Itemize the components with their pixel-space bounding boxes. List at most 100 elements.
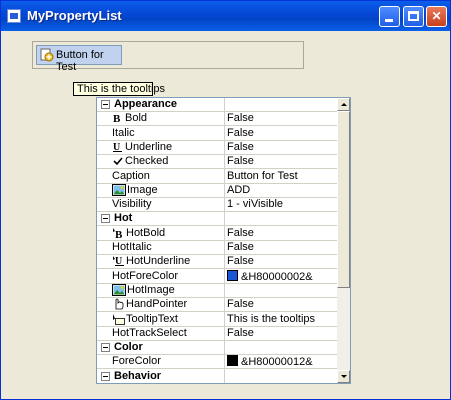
property-row[interactable]: U HotUnderline False <box>97 255 337 269</box>
minimize-icon <box>385 19 393 22</box>
property-row[interactable]: HotImage <box>97 284 337 298</box>
property-value-text: False <box>227 241 254 253</box>
property-name[interactable]: Caption <box>112 170 240 183</box>
property-name-text: HotItalic <box>112 241 152 253</box>
property-name[interactable]: Visibility <box>112 198 240 211</box>
property-name[interactable]: Italic <box>112 127 240 140</box>
property-value[interactable]: False <box>227 112 335 125</box>
category-row[interactable]: Hot <box>97 212 337 226</box>
test-button-label: Button for Test <box>56 49 104 73</box>
property-row[interactable]: B Bold False <box>97 112 337 126</box>
property-row[interactable]: U Underline False <box>97 141 337 155</box>
property-name-text: HotForeColor <box>112 270 179 282</box>
property-name[interactable]: Checked <box>112 155 240 168</box>
property-name-text: TooltipText <box>126 313 178 325</box>
property-value[interactable]: False <box>227 255 335 268</box>
property-name[interactable]: HotTrackSelect <box>112 327 240 340</box>
close-icon: ✕ <box>431 9 442 23</box>
property-name-text: Bold <box>125 112 148 124</box>
property-value[interactable]: 1 - viVisible <box>227 198 335 211</box>
property-value[interactable]: ADD <box>227 184 335 197</box>
property-name[interactable]: Image <box>112 184 240 197</box>
property-name[interactable]: U HotUnderline <box>112 255 240 268</box>
property-row[interactable]: Caption Button for Test <box>97 170 337 184</box>
property-row[interactable]: HotTrackSelect False <box>97 327 337 341</box>
collapse-icon[interactable] <box>101 372 110 381</box>
property-name-text: Image <box>127 184 158 196</box>
color-swatch <box>227 355 238 366</box>
property-name[interactable]: HandPointer <box>112 298 240 311</box>
property-name[interactable]: HotForeColor <box>112 270 240 283</box>
hand-pointer-icon <box>112 298 125 313</box>
property-value-text: False <box>227 141 254 153</box>
property-value-text: False <box>227 255 254 267</box>
svg-text:B: B <box>115 229 123 239</box>
property-name[interactable]: B Bold <box>112 112 240 125</box>
property-name[interactable]: ForeColor <box>112 355 240 368</box>
property-value-text: False <box>227 298 254 310</box>
property-name[interactable]: HotImage <box>112 284 240 297</box>
collapse-icon[interactable] <box>101 100 110 109</box>
property-row[interactable]: ForeColor &H80000012& <box>97 355 337 369</box>
property-value[interactable]: Button for Test <box>227 170 335 183</box>
property-value[interactable]: &H80000002& <box>227 270 335 283</box>
property-value-text: Button for Test <box>227 170 298 182</box>
property-row[interactable]: HandPointer False <box>97 298 337 312</box>
property-value[interactable] <box>227 284 335 297</box>
property-value[interactable]: False <box>227 298 335 311</box>
property-row[interactable]: HotItalic False <box>97 241 337 255</box>
property-name-text: HotImage <box>127 284 175 296</box>
property-row[interactable]: HotForeColor &H80000002& <box>97 270 337 284</box>
test-button[interactable]: Button for Test <box>36 45 122 73</box>
image-icon <box>112 184 126 199</box>
title-bar[interactable]: MyPropertyList ✕ <box>1 1 450 31</box>
category-header: Color <box>99 341 227 354</box>
image-icon <box>112 284 126 299</box>
scroll-up-button[interactable] <box>337 98 350 111</box>
minimize-button[interactable] <box>379 6 400 27</box>
app-icon[interactable] <box>7 9 21 23</box>
collapse-icon[interactable] <box>101 343 110 352</box>
collapse-icon[interactable] <box>101 214 110 223</box>
property-row[interactable]: Image ADD <box>97 184 337 198</box>
hot-bold-icon: B <box>112 227 125 242</box>
scroll-thumb[interactable] <box>337 111 350 288</box>
property-row[interactable]: B HotBold False <box>97 227 337 241</box>
property-name[interactable]: HotItalic <box>112 241 240 254</box>
add-icon <box>40 48 54 62</box>
arrow-down-icon <box>341 375 347 378</box>
property-name[interactable]: TooltipText <box>112 313 240 326</box>
vertical-scrollbar[interactable] <box>337 98 350 383</box>
property-name[interactable]: B HotBold <box>112 227 240 242</box>
property-list[interactable]: Appearance B Bold False Italic False U Underlin… <box>96 97 351 384</box>
property-name-text: ForeColor <box>112 355 161 367</box>
maximize-button[interactable] <box>403 6 424 27</box>
category-row[interactable]: Appearance <box>97 98 337 112</box>
hot-underline-icon: U <box>112 255 125 270</box>
property-name-text: Visibility <box>112 198 152 210</box>
property-value-text: False <box>227 112 254 124</box>
property-value[interactable]: False <box>227 227 335 240</box>
property-name[interactable]: U Underline <box>112 141 240 154</box>
category-row[interactable]: Behavior <box>97 370 337 383</box>
property-name-text: HotTrackSelect <box>112 327 187 339</box>
property-value[interactable]: False <box>227 327 335 340</box>
property-row[interactable]: Checked False <box>97 155 337 169</box>
property-name-text: Checked <box>125 155 169 167</box>
property-row[interactable]: TooltipText This is the tooltips <box>97 313 337 327</box>
category-row[interactable]: Color <box>97 341 337 355</box>
property-value-text: ADD <box>227 184 251 196</box>
property-value[interactable]: False <box>227 155 335 168</box>
close-button[interactable]: ✕ <box>426 6 447 27</box>
property-value[interactable]: False <box>227 141 335 154</box>
property-value[interactable]: This is the tooltips <box>227 313 335 326</box>
property-value[interactable]: &H80000012& <box>227 355 335 368</box>
property-value[interactable]: False <box>227 127 335 140</box>
property-row[interactable]: Visibility 1 - viVisible <box>97 198 337 212</box>
property-row[interactable]: Italic False <box>97 127 337 141</box>
property-value-text: This is the tooltips <box>227 313 316 325</box>
property-value[interactable]: False <box>227 241 335 254</box>
scroll-down-button[interactable] <box>337 370 350 383</box>
property-name-text: Italic <box>112 127 135 139</box>
category-header: Hot <box>99 212 227 225</box>
